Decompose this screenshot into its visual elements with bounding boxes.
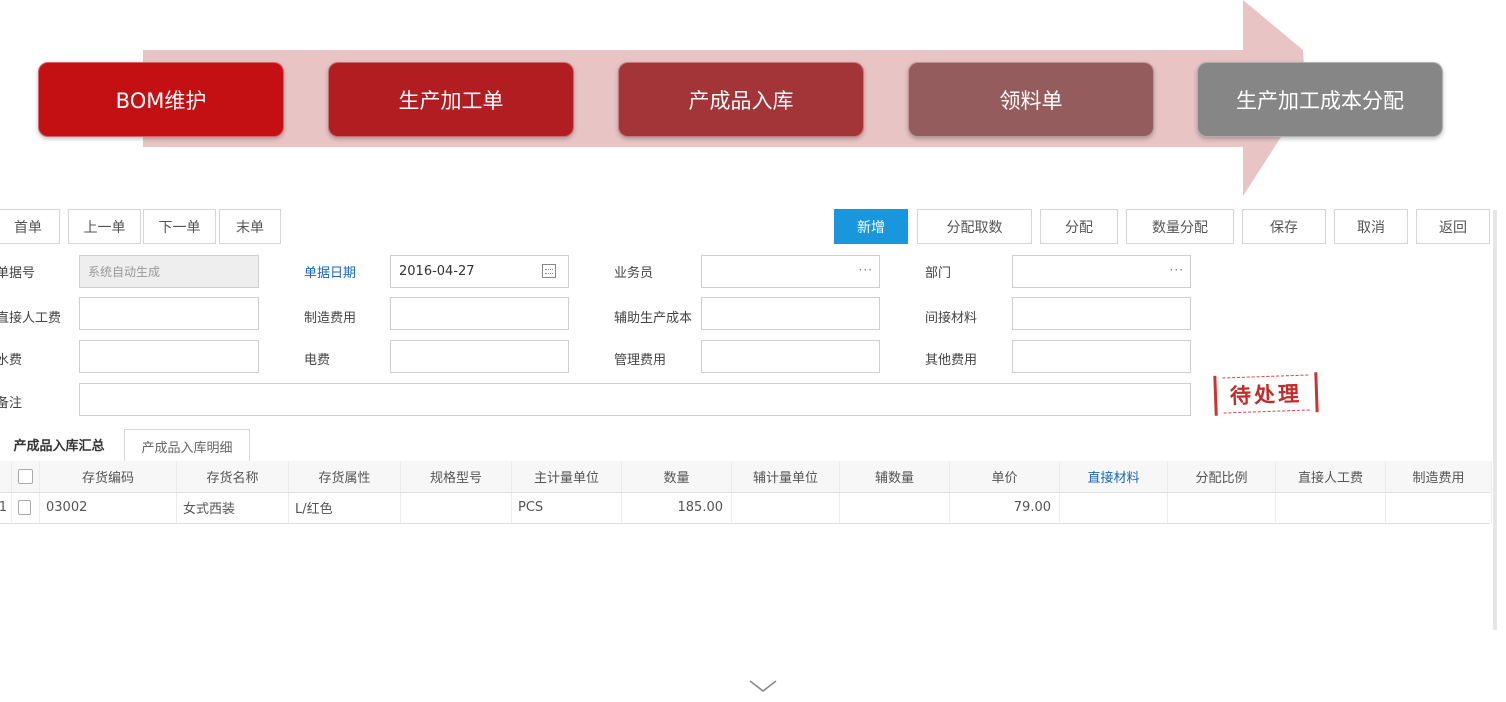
select-all-checkbox[interactable] — [18, 469, 33, 484]
column-header-direct-material[interactable]: 直接材料 — [1060, 461, 1168, 492]
salesman-label: 业务员 — [614, 266, 654, 281]
column-header-direct-labor[interactable]: 直接人工费 — [1276, 461, 1386, 492]
table-cell-row-number: 1 — [0, 492, 12, 523]
column-header-inventory-code[interactable]: 存货编码 — [40, 461, 177, 492]
direct-labor-label: 直接人工费 — [0, 311, 62, 326]
flow-step-finished-goods-inbound[interactable]: 产成品入库 — [618, 62, 864, 137]
column-header-row-number[interactable] — [0, 461, 12, 492]
status-badge: 待处理 — [1213, 372, 1319, 416]
electric-fee-field[interactable] — [390, 340, 569, 373]
manufacturing-cost-label: 制造费用 — [304, 311, 357, 326]
management-fee-label: 管理费用 — [614, 353, 667, 368]
back-button[interactable]: 返回 — [1416, 209, 1490, 244]
next-button[interactable]: 下一单 — [143, 209, 216, 244]
management-fee-field[interactable] — [701, 340, 880, 373]
row-checkbox[interactable] — [18, 500, 31, 515]
direct-labor-field[interactable] — [79, 297, 259, 330]
table-cell-inventory-code: 03002 — [40, 492, 177, 523]
column-header-unit-price[interactable]: 单价 — [950, 461, 1060, 492]
table-cell-select[interactable] — [12, 492, 40, 523]
column-header-inventory-attribute[interactable]: 存货属性 — [289, 461, 401, 492]
water-fee-label: 水费 — [0, 353, 23, 368]
tab-inbound-detail[interactable]: 产成品入库明细 — [124, 429, 250, 462]
process-flow: BOM维护 生产加工单 产成品入库 领料单 生产加工成本分配 — [0, 0, 1506, 196]
table-cell-aux-quantity — [840, 492, 950, 523]
department-label: 部门 — [925, 266, 952, 281]
table-cell-manufacturing-cost — [1386, 492, 1492, 523]
more-icon[interactable]: ··· — [1170, 263, 1184, 277]
indirect-material-label: 间接材料 — [925, 311, 978, 326]
last-button[interactable]: 末单 — [219, 209, 281, 244]
water-fee-field[interactable] — [79, 340, 259, 373]
column-header-allocation-ratio[interactable]: 分配比例 — [1168, 461, 1276, 492]
salesman-field[interactable]: ··· — [701, 255, 880, 288]
tab-inbound-summary[interactable]: 产成品入库汇总 — [0, 429, 120, 462]
table-cell-inventory-attribute: L/红色 — [289, 492, 401, 523]
column-header-inventory-name[interactable]: 存货名称 — [177, 461, 289, 492]
aux-production-cost-label: 辅助生产成本 — [614, 311, 693, 326]
allocate-button[interactable]: 分配 — [1040, 209, 1118, 244]
calendar-icon[interactable] — [542, 264, 556, 278]
table-cell-unit-price: 79.00 — [950, 492, 1060, 523]
table-cell-inventory-name: 女式西装 — [177, 492, 289, 523]
department-field[interactable]: ··· — [1012, 255, 1191, 288]
allocate-fetch-button[interactable]: 分配取数 — [917, 209, 1032, 244]
more-icon[interactable]: ··· — [859, 263, 873, 277]
flow-step-bom[interactable]: BOM维护 — [38, 62, 284, 137]
table-cell-allocation-ratio — [1168, 492, 1276, 523]
first-button[interactable]: 首单 — [0, 209, 60, 244]
electric-fee-label: 电费 — [304, 353, 331, 368]
doc-date-label: 单据日期 — [304, 266, 357, 281]
vertical-scrollbar[interactable] — [1493, 210, 1497, 630]
remark-label: 备注 — [0, 396, 23, 411]
aux-production-cost-field[interactable] — [701, 297, 880, 330]
other-fee-label: 其他费用 — [925, 353, 978, 368]
remark-field[interactable] — [79, 383, 1191, 416]
doc-date-field[interactable]: 2016-04-27 — [390, 255, 569, 288]
table-cell-main-unit: PCS — [512, 492, 622, 523]
doc-date-value: 2016-04-27 — [399, 264, 475, 279]
table-cell-quantity: 185.00 — [622, 492, 732, 523]
column-header-select[interactable] — [12, 461, 40, 492]
indirect-material-field[interactable] — [1012, 297, 1191, 330]
doc-no-field: 系统自动生成 — [79, 255, 259, 288]
chevron-down-icon[interactable] — [748, 678, 778, 694]
flow-step-material-requisition[interactable]: 领料单 — [908, 62, 1154, 137]
table-cell-aux-unit — [732, 492, 840, 523]
column-header-aux-unit[interactable]: 辅计量单位 — [732, 461, 840, 492]
column-header-manufacturing-cost[interactable]: 制造费用 — [1386, 461, 1492, 492]
column-header-quantity[interactable]: 数量 — [622, 461, 732, 492]
flow-step-cost-allocation[interactable]: 生产加工成本分配 — [1197, 62, 1443, 137]
save-button[interactable]: 保存 — [1242, 209, 1326, 244]
quantity-allocate-button[interactable]: 数量分配 — [1126, 209, 1234, 244]
prev-button[interactable]: 上一单 — [68, 209, 141, 244]
column-header-main-unit[interactable]: 主计量单位 — [512, 461, 622, 492]
doc-no-label: 单据号 — [0, 266, 36, 281]
column-header-aux-quantity[interactable]: 辅数量 — [840, 461, 950, 492]
table-cell-spec-model — [401, 492, 512, 523]
table-cell-direct-material — [1060, 492, 1168, 523]
column-header-spec-model[interactable]: 规格型号 — [401, 461, 512, 492]
new-button[interactable]: 新增 — [834, 209, 908, 244]
table-cell-direct-labor — [1276, 492, 1386, 523]
manufacturing-cost-field[interactable] — [390, 297, 569, 330]
cancel-button[interactable]: 取消 — [1334, 209, 1408, 244]
flow-step-production-order[interactable]: 生产加工单 — [328, 62, 574, 137]
other-fee-field[interactable] — [1012, 340, 1191, 373]
